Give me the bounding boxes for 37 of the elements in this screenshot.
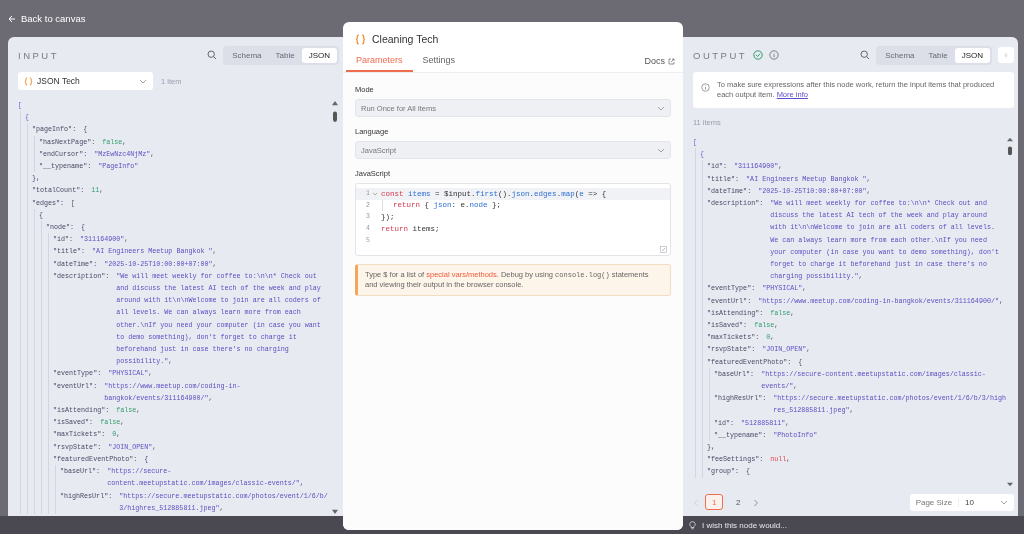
braces-icon bbox=[24, 76, 33, 86]
view-tab[interactable]: Table bbox=[921, 47, 955, 63]
page-size-select[interactable]: 10 bbox=[959, 497, 1014, 507]
view-tab[interactable]: Schema bbox=[225, 47, 269, 63]
editor-tab[interactable]: Settings bbox=[412, 51, 466, 72]
panel-title: INPUT bbox=[18, 49, 59, 61]
chevron-icon bbox=[657, 105, 665, 111]
view-tab[interactable]: Schema bbox=[878, 47, 922, 63]
lightbulb-icon bbox=[689, 520, 696, 530]
chevron-icon bbox=[657, 147, 665, 153]
docs-link[interactable]: Docs bbox=[644, 56, 675, 72]
pin-button[interactable] bbox=[998, 47, 1014, 63]
search-icon[interactable] bbox=[860, 50, 871, 60]
chevron-icon bbox=[139, 78, 147, 84]
node-title: Cleaning Tech bbox=[372, 33, 439, 45]
page-size-label: Page Size bbox=[909, 497, 960, 507]
chevron-icon bbox=[1000, 499, 1008, 505]
panel-title: OUTPUT bbox=[693, 49, 748, 61]
view-tab[interactable]: JSON bbox=[301, 47, 337, 63]
braces-icon bbox=[355, 33, 366, 45]
next-page-icon[interactable] bbox=[753, 499, 759, 507]
info-icon[interactable] bbox=[769, 50, 780, 60]
view-tab[interactable]: JSON bbox=[954, 47, 990, 63]
check-circle-icon bbox=[753, 50, 764, 60]
arrow-left-icon bbox=[8, 14, 16, 23]
back-to-canvas-link[interactable]: Back to canvas bbox=[8, 13, 86, 24]
feedback-input[interactable]: I wish this node would... bbox=[702, 520, 787, 530]
caret-icon[interactable] bbox=[371, 191, 378, 196]
scrollbar[interactable] bbox=[331, 99, 339, 516]
search-icon[interactable] bbox=[207, 50, 218, 60]
resize-icon[interactable] bbox=[660, 245, 667, 253]
source-node-select[interactable]: JSON Tech bbox=[18, 72, 153, 90]
page-button[interactable]: 2 bbox=[729, 494, 747, 510]
view-tab[interactable]: Table bbox=[268, 47, 302, 63]
info-icon bbox=[701, 83, 710, 92]
scrollbar[interactable] bbox=[1006, 136, 1014, 488]
external-link-icon bbox=[668, 57, 675, 65]
